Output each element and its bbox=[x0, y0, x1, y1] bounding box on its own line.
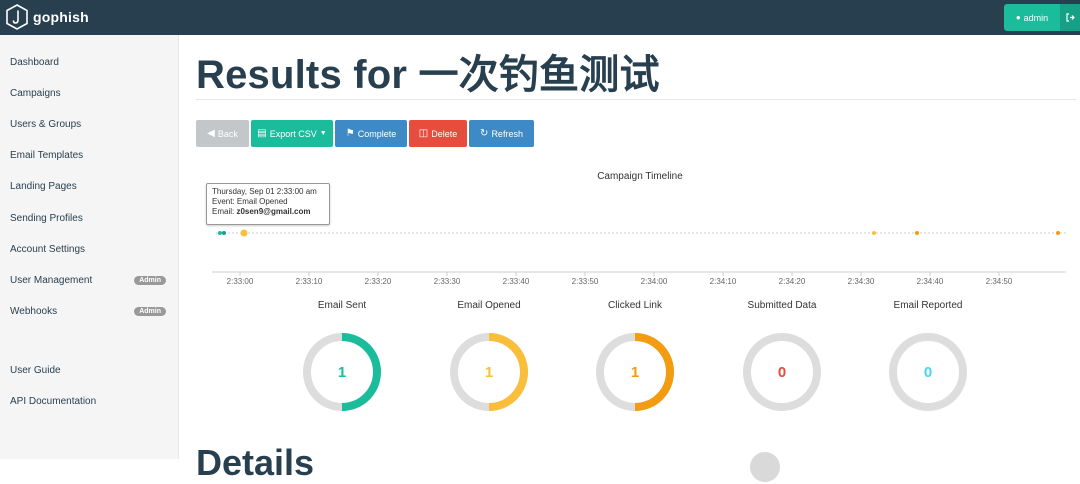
back-button[interactable]: ◀ Back bbox=[196, 120, 249, 147]
donut-arc bbox=[634, 333, 674, 411]
sidebar-item-user-management[interactable]: User Management Admin bbox=[10, 272, 170, 288]
event-dot-opened-highlight[interactable] bbox=[240, 229, 248, 237]
timeline-tick-label: 2:33:20 bbox=[365, 277, 392, 286]
sidebar-item-dashboard[interactable]: Dashboard bbox=[10, 54, 170, 70]
flag-checkered-icon: ⚑ bbox=[345, 128, 355, 139]
back-button-label: Back bbox=[217, 128, 238, 139]
admin-badge: Admin bbox=[134, 306, 166, 316]
trash-icon: ◫ bbox=[418, 128, 429, 139]
event-dot-clicked[interactable] bbox=[1056, 231, 1060, 235]
refresh-icon: ↻ bbox=[480, 128, 489, 139]
stat-label: Clicked Link bbox=[608, 300, 662, 311]
event-dot-opened[interactable] bbox=[872, 231, 876, 235]
details-heading: Details bbox=[196, 442, 315, 483]
gophish-logo-icon bbox=[6, 4, 28, 30]
delete-button-label: Delete bbox=[431, 128, 458, 139]
caret-down-icon: ▼ bbox=[319, 130, 327, 137]
stat-value: 0 bbox=[778, 364, 786, 381]
sidebar-item-api-documentation[interactable]: API Documentation bbox=[10, 393, 170, 409]
stat-value: 1 bbox=[485, 364, 493, 381]
brand[interactable]: gophish bbox=[6, 4, 89, 30]
sidebar-item-user-guide[interactable]: User Guide bbox=[10, 362, 170, 378]
stat-label: Email Sent bbox=[317, 300, 367, 311]
brand-name: gophish bbox=[33, 9, 89, 25]
timeline-tick-label: 2:34:20 bbox=[779, 277, 806, 286]
arrow-circle-left-icon: ◀ bbox=[207, 128, 215, 139]
sidebar-item-campaigns[interactable]: Campaigns bbox=[10, 85, 170, 101]
tooltip-email-value: z0sen9@gmail.com bbox=[236, 207, 311, 216]
export-csv-button[interactable]: ▤ Export CSV ▼ bbox=[251, 120, 333, 147]
tooltip-date: Thursday, Sep 01 2:33:00 am bbox=[212, 187, 317, 196]
event-dot-sent[interactable] bbox=[218, 231, 222, 235]
sidebar-item-email-templates[interactable]: Email Templates bbox=[10, 147, 170, 163]
sidebar-item-label: Campaigns bbox=[10, 87, 61, 99]
file-icon: ▤ bbox=[257, 128, 267, 139]
sidebar-item-landing-pages[interactable]: Landing Pages bbox=[10, 178, 170, 194]
timeline-tick-label: 2:34:50 bbox=[986, 277, 1013, 286]
timeline-tick-label: 2:33:50 bbox=[572, 277, 599, 286]
sidebar-item-label: User Management bbox=[10, 274, 93, 286]
refresh-button-label: Refresh bbox=[491, 128, 523, 139]
event-dot-sent[interactable] bbox=[222, 231, 226, 235]
tooltip-event: Event: Email Opened bbox=[212, 197, 288, 206]
stat-value: 1 bbox=[631, 364, 639, 381]
complete-button[interactable]: ⚑ Complete bbox=[335, 120, 407, 147]
user-icon: ● bbox=[1015, 13, 1021, 22]
sidebar-item-label: User Guide bbox=[10, 364, 61, 376]
watermark-avatar bbox=[750, 452, 780, 482]
donut-arc bbox=[488, 333, 528, 411]
donut-chart: 1 bbox=[450, 333, 528, 411]
timeline-tick-label: 2:34:10 bbox=[710, 277, 737, 286]
stat-value: 0 bbox=[924, 364, 932, 381]
stat-value: 1 bbox=[338, 364, 346, 381]
export-csv-label: Export CSV bbox=[269, 128, 317, 139]
sidebar-item-sending-profiles[interactable]: Sending Profiles bbox=[10, 210, 170, 226]
title-divider bbox=[196, 99, 1076, 100]
sidebar-item-label: Dashboard bbox=[10, 56, 59, 68]
refresh-button[interactable]: ↻ Refresh bbox=[469, 120, 534, 147]
sidebar-item-label: Account Settings bbox=[10, 243, 86, 255]
complete-button-label: Complete bbox=[357, 128, 397, 139]
stat-label: Email Opened bbox=[457, 300, 521, 311]
admin-label: admin bbox=[1023, 12, 1049, 23]
admin-button[interactable]: ● admin bbox=[1004, 4, 1060, 31]
sidebar-item-label: Landing Pages bbox=[10, 180, 77, 192]
timeline-tick-label: 2:33:30 bbox=[434, 277, 461, 286]
sidebar-item-label: API Documentation bbox=[10, 395, 97, 407]
donut-arc bbox=[341, 333, 381, 411]
sidebar-item-webhooks[interactable]: Webhooks Admin bbox=[10, 303, 170, 319]
timeline-tick-label: 2:34:00 bbox=[641, 277, 668, 286]
donut-chart: 1 bbox=[596, 333, 674, 411]
timeline-ticks: 2:33:00 2:33:10 2:33:20 2:33:30 2:33:40 2:33:… bbox=[227, 272, 1013, 286]
sidebar-item-label: Users & Groups bbox=[10, 118, 82, 130]
donut-chart: 0 bbox=[743, 333, 821, 411]
sign-out-icon bbox=[1065, 13, 1075, 22]
timeline-tick-label: 2:33:00 bbox=[227, 277, 254, 286]
stat-label: Submitted Data bbox=[747, 300, 817, 311]
donut-chart: 1 bbox=[303, 333, 381, 411]
sidebar-item-label: Sending Profiles bbox=[10, 212, 83, 224]
timeline-tick-label: 2:33:40 bbox=[503, 277, 530, 286]
timeline-tick-label: 2:34:30 bbox=[848, 277, 875, 286]
sidebar-item-account-settings[interactable]: Account Settings bbox=[10, 241, 170, 257]
stat-label: Email Reported bbox=[893, 300, 963, 311]
delete-button[interactable]: ◫ Delete bbox=[409, 120, 467, 147]
top-navbar: gophish ● admin bbox=[0, 0, 1080, 35]
page-title: Results for 一次钓鱼测试 bbox=[196, 53, 660, 97]
logout-button[interactable] bbox=[1060, 4, 1080, 31]
event-dot-clicked[interactable] bbox=[915, 231, 919, 235]
admin-menu: ● admin bbox=[1004, 4, 1080, 31]
admin-badge: Admin bbox=[134, 275, 166, 285]
timeline-tooltip: Thursday, Sep 01 2:33:00 am Event: Email… bbox=[206, 183, 330, 225]
timeline-tick-label: 2:33:10 bbox=[296, 277, 323, 286]
sidebar-item-label: Webhooks bbox=[10, 305, 58, 317]
timeline-tick-label: 2:34:40 bbox=[917, 277, 944, 286]
tooltip-email: Email: z0sen9@gmail.com bbox=[212, 207, 311, 216]
sidebar-item-label: Email Templates bbox=[10, 149, 84, 161]
sidebar-item-users-groups[interactable]: Users & Groups bbox=[10, 116, 170, 132]
donut-chart: 0 bbox=[889, 333, 967, 411]
